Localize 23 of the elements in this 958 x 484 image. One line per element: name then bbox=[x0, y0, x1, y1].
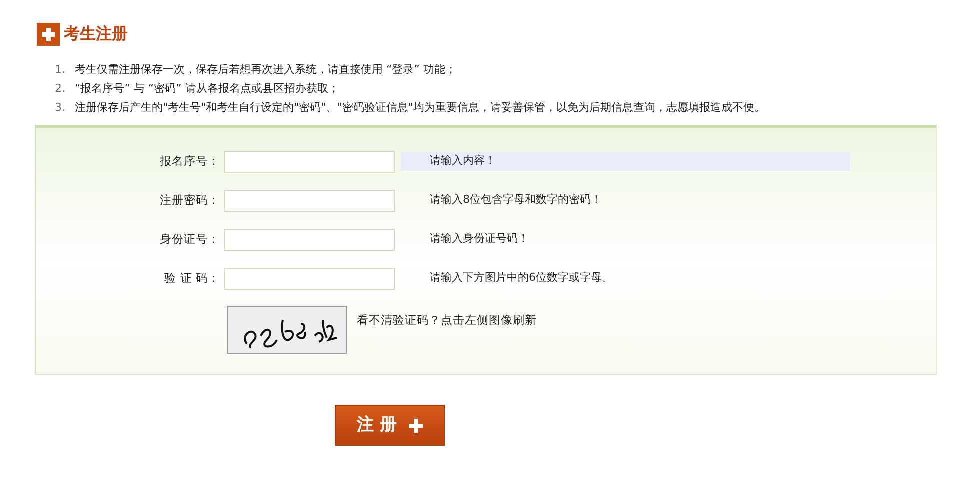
page-title: 考生注册 bbox=[64, 23, 128, 45]
list-number: 3. bbox=[55, 100, 66, 116]
instruction-text: “报名序号” 与 “密码” 请从各报名点或县区招办获取； bbox=[75, 81, 340, 97]
plus-icon bbox=[408, 418, 423, 432]
hint-text: 请输入内容！ bbox=[430, 153, 496, 170]
instruction-text: 注册保存后产生的"考生号"和考生自行设定的"密码"、"密码验证信息"均为重要信息，请妥善保管，以免为后期信息查询，志愿填报造成不便。 bbox=[75, 100, 766, 116]
plus-icon bbox=[37, 22, 60, 46]
field-label: 身份证号： bbox=[159, 230, 221, 248]
hint-text: 请输入身份证号码！ bbox=[430, 231, 529, 248]
refresh-hint-text: 看不清验证码？点击左侧图像刷新 bbox=[357, 312, 537, 329]
hint-text: 请输入8位包含字母和数字的密码！ bbox=[430, 192, 602, 208]
input-field[interactable] bbox=[224, 268, 395, 290]
register-button[interactable]: 注 册 bbox=[335, 405, 445, 446]
instruction-text: 考生仅需注册保存一次，保存后若想再次进入系统，请直接使用 “登录” 功能； bbox=[75, 62, 456, 78]
field-label: 验 证 码： bbox=[164, 270, 221, 287]
list-number: 2. bbox=[55, 81, 66, 97]
input-field[interactable] bbox=[224, 190, 395, 212]
input-field[interactable] bbox=[224, 228, 395, 250]
field-label: 注册密码： bbox=[159, 192, 221, 209]
input-field[interactable] bbox=[224, 150, 395, 172]
list-number: 1. bbox=[55, 62, 66, 78]
field-label: 报名序号： bbox=[159, 152, 221, 170]
hint-text: 请输入下方图片中的6位数字或字母。 bbox=[430, 270, 613, 286]
